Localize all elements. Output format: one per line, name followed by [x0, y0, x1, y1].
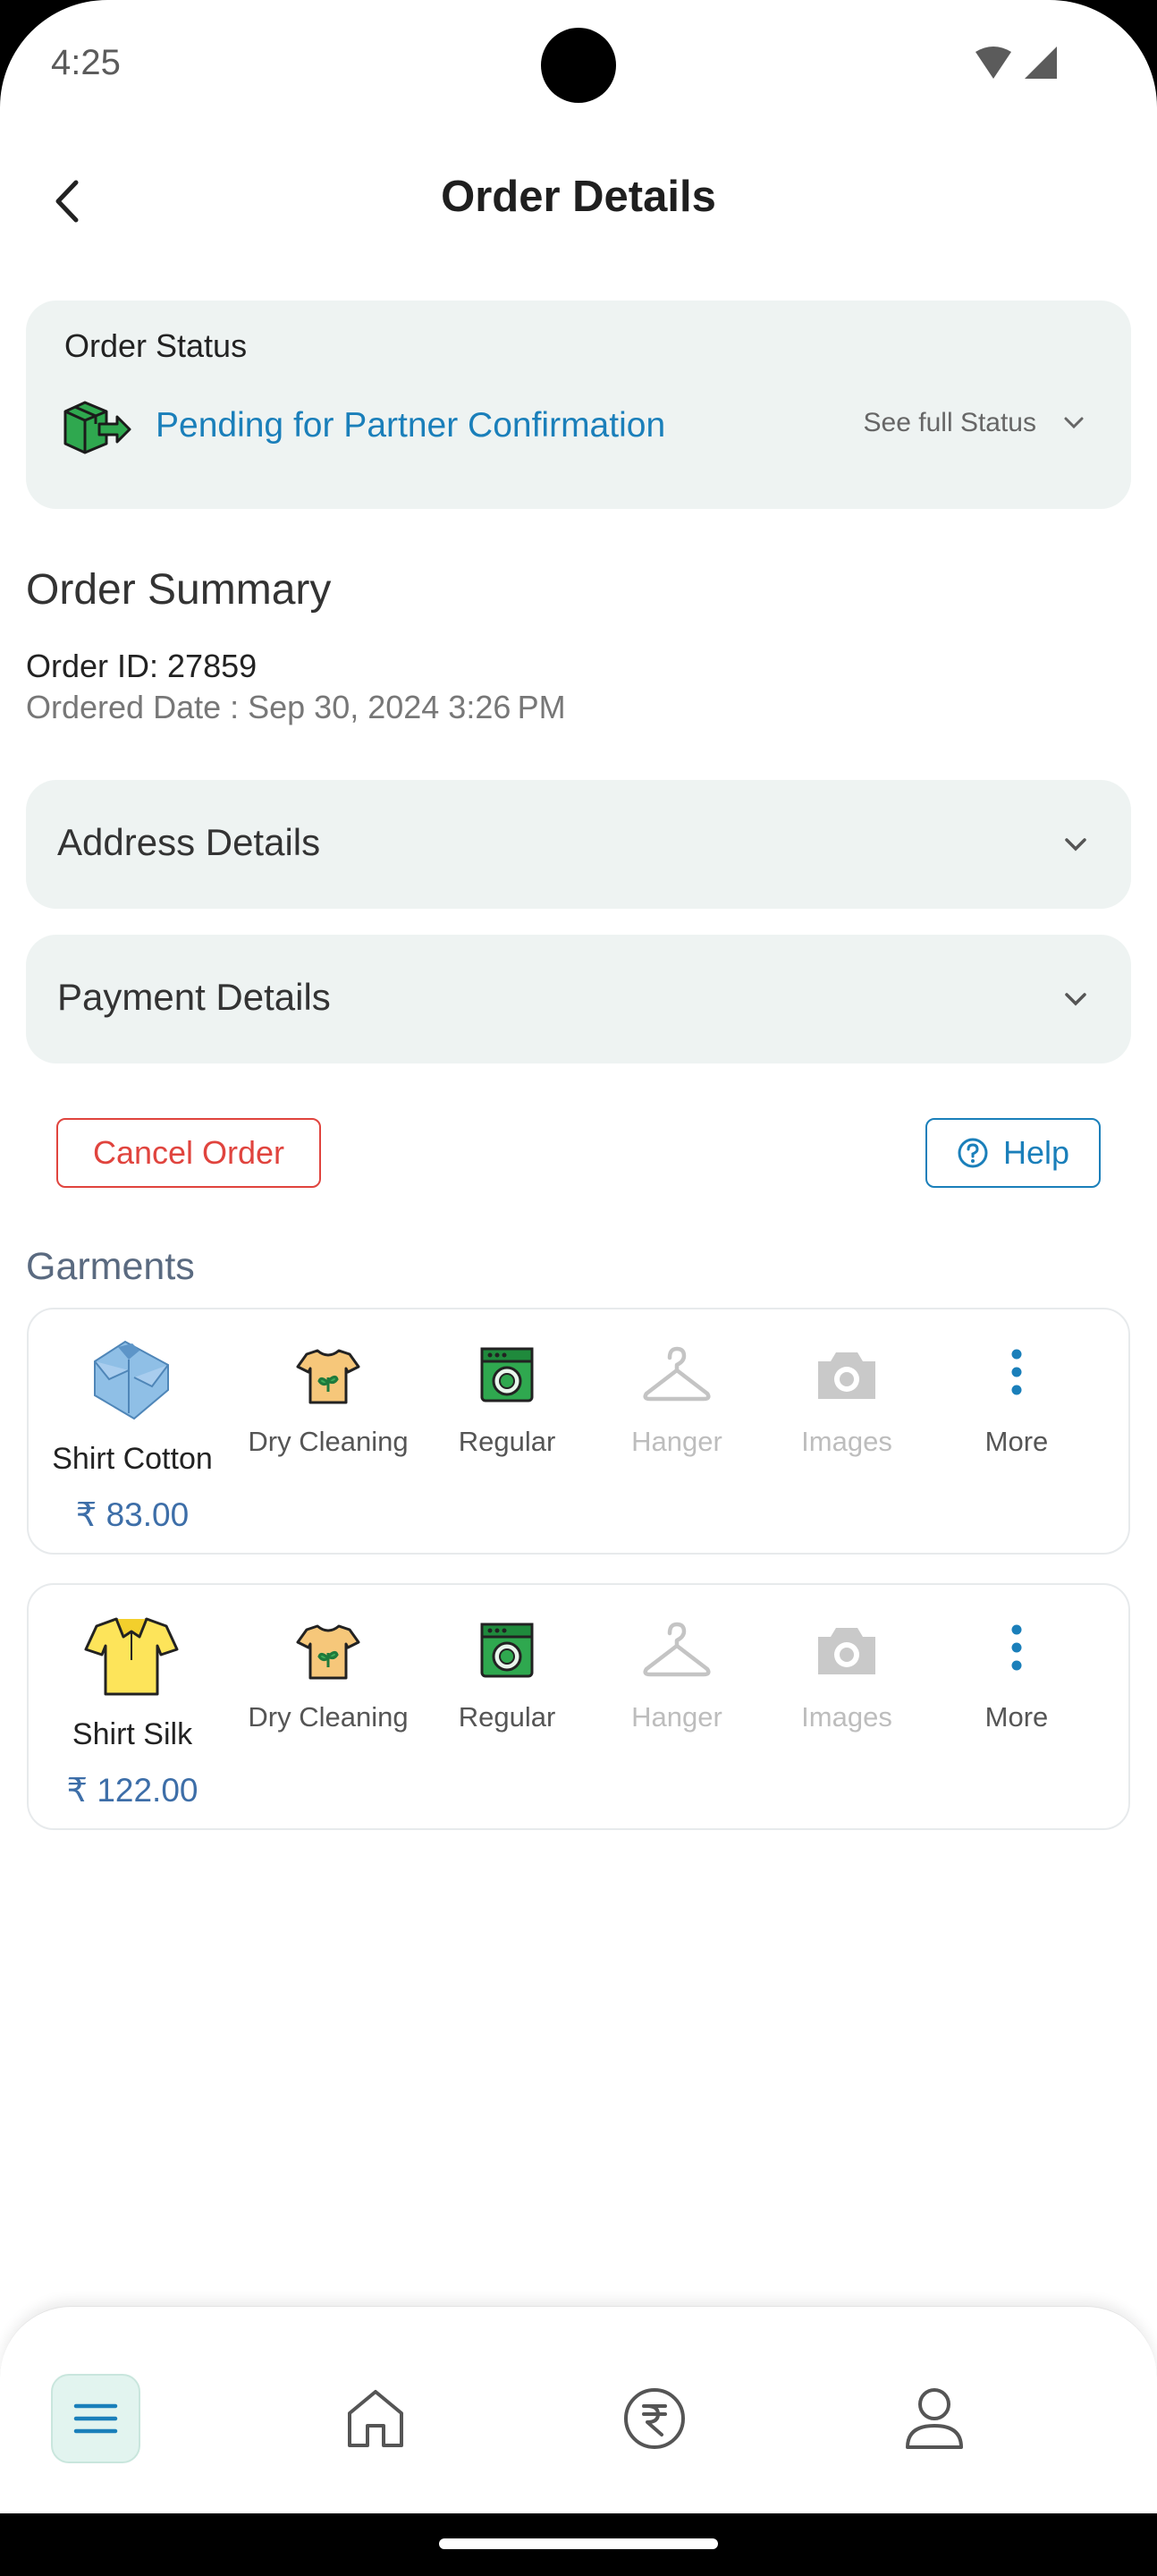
chevron-down-icon: [1065, 838, 1086, 852]
cell-signal-icon: [1025, 47, 1057, 79]
option-label: More: [984, 1701, 1049, 1733]
garment-name: Shirt Cotton: [52, 1442, 213, 1476]
option-label: More: [984, 1426, 1049, 1457]
garment-info: Shirt Cotton ₹ 83.00: [29, 1309, 236, 1556]
menu-icon: [73, 2403, 118, 2434]
chevron-down-icon: [1064, 417, 1084, 429]
bottom-navigation: [0, 2306, 1157, 2513]
page-title: Order Details: [441, 173, 716, 221]
ordered-date: Ordered Date : Sep 30, 2024 3:26 PM: [26, 689, 566, 725]
nav-home-button[interactable]: [331, 2374, 420, 2463]
regular-wash-option[interactable]: Regular: [418, 1621, 596, 1746]
order-status-card: Order Status Pending for Partner Confirm…: [26, 301, 1131, 509]
nav-profile-button[interactable]: [890, 2374, 979, 2463]
camera-icon: [818, 1352, 875, 1399]
garment-price: ₹ 83.00: [75, 1496, 190, 1533]
cancel-order-button[interactable]: Cancel Order: [56, 1118, 321, 1188]
status-time: 4:25: [51, 43, 121, 82]
order-summary-title: Order Summary: [26, 566, 332, 614]
more-options-button[interactable]: More: [927, 1621, 1106, 1746]
order-status-value: Pending for Partner Confirmation: [156, 406, 666, 445]
washing-machine-icon: [480, 1623, 534, 1678]
garment-info: Shirt Silk ₹ 122.00: [29, 1585, 236, 1832]
see-full-status-label: See full Status: [863, 408, 1036, 437]
more-vertical-icon: [1011, 1624, 1022, 1671]
wifi-icon: [975, 47, 1011, 79]
help-label: Help: [1002, 1134, 1070, 1171]
option-label: Images: [801, 1701, 892, 1733]
option-label: Dry Cleaning: [248, 1701, 409, 1733]
hanger-icon: [643, 1346, 711, 1402]
chevron-down-icon: [1065, 993, 1086, 1006]
profile-icon: [906, 2388, 963, 2449]
nav-menu-button[interactable]: [51, 2374, 140, 2463]
option-label: Images: [801, 1426, 892, 1457]
cotton-shirt-image: [94, 1340, 169, 1420]
dry-cleaning-option[interactable]: Dry Cleaning: [239, 1621, 418, 1746]
regular-wash-option[interactable]: Regular: [418, 1345, 596, 1470]
rupee-icon: [624, 2388, 685, 2449]
help-circle-icon: [958, 1138, 988, 1168]
option-label: Hanger: [631, 1701, 722, 1733]
home-indicator[interactable]: [439, 2538, 718, 2549]
top-app-bar: Order Details: [0, 161, 1157, 242]
hanger-option: Hanger: [587, 1345, 766, 1470]
silk-shirt-image: [84, 1617, 179, 1696]
washing-machine-icon: [480, 1347, 534, 1402]
hanger-icon: [643, 1622, 711, 1677]
more-options-button[interactable]: More: [927, 1345, 1106, 1470]
camera-icon: [818, 1628, 875, 1674]
order-status-heading: Order Status: [64, 327, 248, 364]
see-full-status-button[interactable]: See full Status: [864, 408, 1085, 438]
address-details-accordion[interactable]: Address Details: [26, 780, 1131, 909]
images-option: Images: [757, 1345, 936, 1470]
hanger-option: Hanger: [587, 1621, 766, 1746]
garment-card: Shirt Cotton ₹ 83.00 Dry Cleaning Regula…: [27, 1308, 1130, 1555]
help-button[interactable]: Help: [925, 1118, 1101, 1188]
delivery-box-icon: [63, 401, 131, 454]
status-bar: 4:25: [0, 0, 1157, 134]
address-details-label: Address Details: [57, 821, 321, 863]
garment-price: ₹ 122.00: [66, 1772, 198, 1809]
signal-icons: [975, 47, 1057, 79]
option-label: Hanger: [631, 1426, 722, 1457]
option-label: Regular: [458, 1701, 556, 1733]
images-option: Images: [757, 1621, 936, 1746]
nav-payments-button[interactable]: [610, 2374, 699, 2463]
option-label: Regular: [458, 1426, 556, 1457]
tshirt-plant-icon: [296, 1349, 360, 1404]
payment-details-label: Payment Details: [57, 976, 331, 1018]
camera-cutout: [541, 28, 616, 103]
garment-card: Shirt Silk ₹ 122.00 Dry Cleaning Regular: [27, 1583, 1130, 1830]
payment-details-accordion[interactable]: Payment Details: [26, 935, 1131, 1063]
more-vertical-icon: [1011, 1349, 1022, 1395]
app-screen: 4:25 Order Details Order Status Pending …: [0, 0, 1157, 2513]
order-id: Order ID: 27859: [26, 648, 258, 684]
tshirt-plant-icon: [296, 1624, 360, 1680]
garments-title: Garments: [26, 1245, 195, 1288]
option-label: Dry Cleaning: [248, 1426, 409, 1457]
dry-cleaning-option[interactable]: Dry Cleaning: [239, 1345, 418, 1470]
garment-name: Shirt Silk: [72, 1717, 193, 1751]
home-icon: [348, 2390, 403, 2447]
